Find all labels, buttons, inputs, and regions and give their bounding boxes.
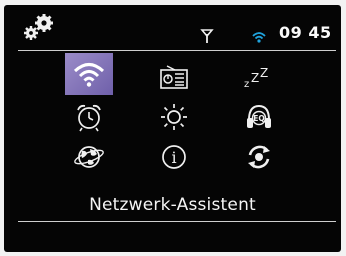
radio-tuner-icon [160, 65, 188, 89]
eq-label: EQ [253, 114, 265, 123]
menu-item-network-wizard[interactable] [65, 53, 113, 95]
display-screen: 09 45 z Z Z EQ i Netzwerk-Assistent [4, 5, 341, 252]
sleep-z-small: z [244, 79, 249, 90]
menu-item-info[interactable]: i [150, 136, 198, 178]
menu-item-web-radio[interactable] [65, 136, 113, 178]
equalizer-headphones-icon: EQ [247, 104, 271, 128]
wifi-status-icon [252, 32, 266, 43]
alarm-clock-icon [77, 104, 101, 132]
settings-gears-icon[interactable] [22, 14, 56, 42]
menu-item-radio[interactable] [150, 57, 198, 99]
status-bar: 09 45 [4, 5, 341, 49]
top-divider [18, 50, 336, 51]
menu-item-equalizer[interactable]: EQ [235, 96, 283, 138]
globe-world-icon [74, 146, 104, 168]
selected-item-label: Netzwerk-Assistent [89, 195, 256, 215]
clock-time: 09 45 [279, 23, 332, 42]
menu-item-software-update[interactable] [235, 136, 283, 178]
info-glyph: i [171, 148, 176, 167]
brightness-icon [161, 104, 187, 130]
info-icon: i [162, 145, 186, 169]
wifi-icon [73, 63, 105, 87]
menu-item-sleep-timer[interactable]: z Z Z [235, 57, 283, 99]
menu-item-brightness[interactable] [150, 96, 198, 138]
sleep-z-mid: Z [251, 71, 259, 85]
update-sync-icon [248, 145, 270, 169]
antenna-signal-icon [200, 29, 214, 43]
sleep-timer-icon: z Z Z [244, 66, 268, 90]
device-bezel: 09 45 z Z Z EQ i Netzwerk-Assistent [0, 0, 346, 256]
bottom-divider [18, 221, 336, 222]
sleep-z-large: Z [260, 66, 268, 80]
menu-item-alarm[interactable] [65, 96, 113, 138]
